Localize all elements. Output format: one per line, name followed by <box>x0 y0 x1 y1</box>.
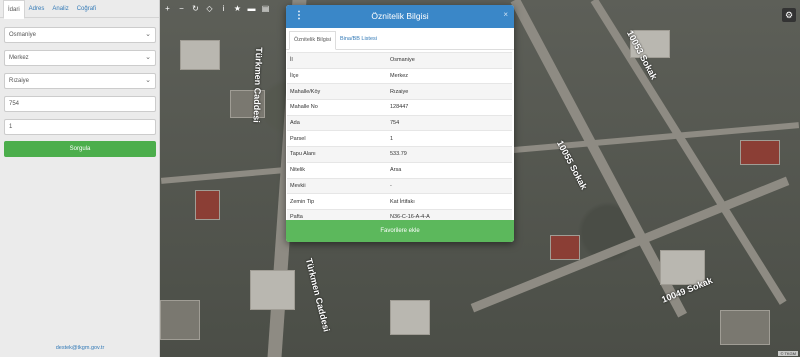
neighborhood-value: Rızaiye <box>9 78 30 84</box>
building <box>720 310 770 345</box>
app: İdari Adres Analiz Coğrafi Osmaniye ⌄ Me… <box>0 0 800 357</box>
print-icon[interactable]: ▤ <box>259 3 272 14</box>
street-label: Türkmen Caddesi <box>303 257 332 333</box>
info-icon[interactable]: i <box>217 3 230 14</box>
tab-attributes[interactable]: Öznitelik Bilgisi <box>289 31 336 50</box>
district-select[interactable]: Merkez ⌄ <box>4 50 156 66</box>
footer-email-link[interactable]: destek@tkgm.gov.tr <box>0 345 160 351</box>
province-value: Osmaniye <box>9 32 37 38</box>
building <box>195 190 220 220</box>
star-icon[interactable]: ★ <box>231 3 244 14</box>
building <box>390 300 430 335</box>
attribute-key: Zemin Tip <box>287 193 387 210</box>
kebab-menu-icon[interactable]: ⋮ <box>294 9 304 23</box>
attribute-value: Arsa <box>387 161 512 178</box>
attribute-value: - <box>387 177 512 194</box>
province-select[interactable]: Osmaniye ⌄ <box>4 27 156 43</box>
tab-building-list[interactable]: Bina/BB Listesi <box>336 31 381 49</box>
neighborhood-select[interactable]: Rızaiye ⌄ <box>4 73 156 89</box>
table-row: Zemin Tip Kat İrtifakı <box>287 193 512 210</box>
attribute-value: Kat İrtifakı <box>387 193 512 210</box>
measure-icon[interactable]: ▬ <box>245 3 258 14</box>
attribute-value: 533.79 <box>387 146 512 163</box>
attribute-value: 1 <box>387 130 512 147</box>
sidebar: İdari Adres Analiz Coğrafi Osmaniye ⌄ Me… <box>0 0 160 357</box>
chevron-down-icon: ⌄ <box>145 31 151 38</box>
table-row: İlçe Merkez <box>287 67 512 84</box>
table-row: Mevkii - <box>287 177 512 194</box>
building <box>180 40 220 70</box>
attribute-modal: ⋮ Öznitelik Bilgisi × Öznitelik Bilgisi … <box>286 5 514 242</box>
ada-input[interactable]: 754 <box>4 96 156 112</box>
attribute-key: Parsel <box>287 130 387 147</box>
tab-adres[interactable]: Adres <box>25 0 49 17</box>
building <box>740 140 780 165</box>
table-row: Mahalle/Köy Rızaiye <box>287 83 512 100</box>
tab-cografi[interactable]: Coğrafi <box>73 0 100 17</box>
attribute-value: Merkez <box>387 67 512 84</box>
sidebar-tabs: İdari Adres Analiz Coğrafi <box>0 0 159 19</box>
attribute-key: İl <box>287 52 387 69</box>
district-value: Merkez <box>9 55 29 61</box>
tab-analiz[interactable]: Analiz <box>48 0 72 17</box>
close-icon[interactable]: × <box>503 10 508 19</box>
attribute-value: 754 <box>387 114 512 131</box>
attribute-table: İl Osmaniye İlçe Merkez Mahalle/Köy Rızaiye Ma… <box>287 52 512 226</box>
building <box>550 235 580 260</box>
building <box>250 270 295 310</box>
attribute-key: İlçe <box>287 67 387 84</box>
table-row: Tapu Alanı 533.79 <box>287 146 512 163</box>
table-row: İl Osmaniye <box>287 52 512 69</box>
plus-icon[interactable]: + <box>161 3 174 14</box>
modal-title: Öznitelik Bilgisi <box>371 11 429 21</box>
attribute-key: Mevkii <box>287 177 387 194</box>
attribute-key: Ada <box>287 114 387 131</box>
table-row: Nitelik Arsa <box>287 161 512 178</box>
attribute-value: 128447 <box>387 99 512 116</box>
attribute-value: Rızaiye <box>387 83 512 100</box>
modal-tabs: Öznitelik Bilgisi Bina/BB Listesi <box>286 31 514 50</box>
map-toolbar: + − ↻ ◇ i ★ ▬ ▤ <box>161 3 272 14</box>
locate-icon[interactable]: ◇ <box>203 3 216 14</box>
attribute-key: Mahalle No <box>287 99 387 116</box>
attribute-value: Osmaniye <box>387 52 512 69</box>
building <box>160 300 200 340</box>
attribute-key: Mahalle/Köy <box>287 83 387 100</box>
chevron-down-icon: ⌄ <box>145 54 151 61</box>
add-favorite-button[interactable]: Favorilere ekle <box>286 220 514 242</box>
refresh-icon[interactable]: ↻ <box>189 3 202 14</box>
query-button[interactable]: Sorgula <box>4 141 156 157</box>
table-row: Parsel 1 <box>287 130 512 147</box>
attribute-key: Tapu Alanı <box>287 146 387 163</box>
gear-icon[interactable]: ⚙ <box>782 8 796 22</box>
tab-idari[interactable]: İdari <box>3 0 25 19</box>
attribute-key: Nitelik <box>287 161 387 178</box>
chevron-down-icon: ⌄ <box>145 77 151 84</box>
table-row: Ada 754 <box>287 114 512 131</box>
table-row: Mahalle No 128447 <box>287 99 512 116</box>
minus-icon[interactable]: − <box>175 3 188 14</box>
parsel-input[interactable]: 1 <box>4 119 156 135</box>
modal-header: ⋮ Öznitelik Bilgisi × <box>286 5 514 28</box>
map-attribution: © TKGM <box>778 351 798 356</box>
